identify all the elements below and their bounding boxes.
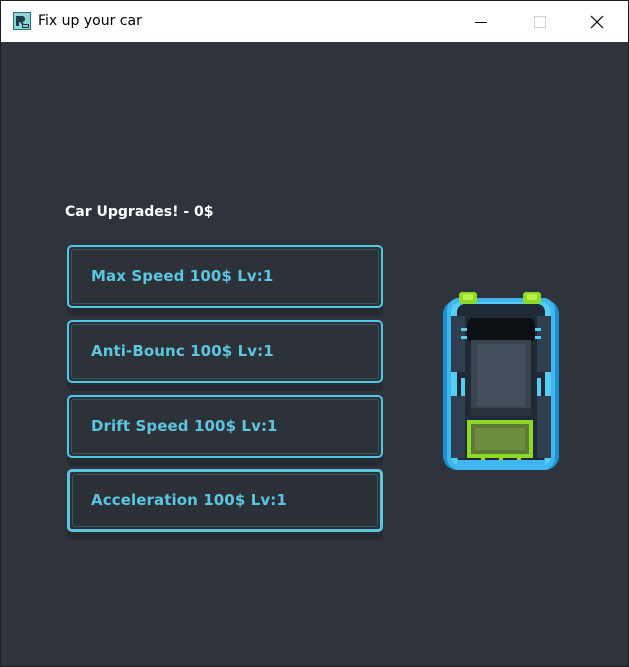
- upgrade-label: Max Speed 100$ Lv:1: [91, 267, 274, 285]
- max-speed-upgrade-button[interactable]: Max Speed 100$ Lv:1: [67, 245, 383, 308]
- minimize-button[interactable]: [452, 1, 510, 42]
- upgrades-heading: Car Upgrades! - 0$: [65, 204, 214, 220]
- app-logo-icon: [13, 12, 31, 30]
- game-window: Fix up your car Car Upgrades! - 0$ Max S…: [0, 0, 629, 667]
- acceleration-upgrade-button[interactable]: Acceleration 100$ Lv:1: [67, 469, 383, 532]
- drift-speed-upgrade-button[interactable]: Drift Speed 100$ Lv:1: [67, 395, 383, 458]
- upgrade-label: Drift Speed 100$ Lv:1: [91, 417, 278, 435]
- minimize-icon: [475, 22, 487, 23]
- maximize-icon: [534, 16, 546, 28]
- window-title: Fix up your car: [38, 13, 142, 29]
- upgrade-label: Acceleration 100$ Lv:1: [91, 491, 287, 509]
- close-icon: [590, 15, 604, 29]
- upgrade-label: Anti-Bounc 100$ Lv:1: [91, 342, 274, 360]
- anti-bounce-upgrade-button[interactable]: Anti-Bounc 100$ Lv:1: [67, 320, 383, 383]
- title-bar[interactable]: Fix up your car: [1, 0, 628, 42]
- car-sprite-icon: [437, 288, 565, 474]
- close-button[interactable]: [569, 1, 627, 42]
- maximize-button[interactable]: [510, 1, 568, 42]
